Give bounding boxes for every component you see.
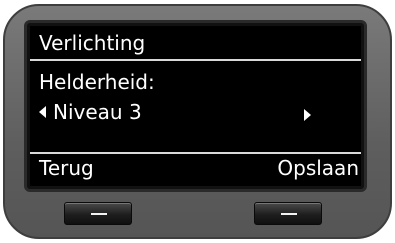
dash-icon: [281, 213, 297, 215]
setting-label: Helderheid:: [39, 70, 155, 94]
save-softkey-label[interactable]: Opslaan: [277, 156, 359, 180]
setting-value[interactable]: Niveau 3: [53, 100, 142, 124]
dash-icon: [91, 213, 107, 215]
title-divider: [30, 59, 361, 61]
right-softkey-button[interactable]: [254, 202, 322, 225]
softkey-divider: [30, 152, 361, 154]
back-softkey-label[interactable]: Terug: [39, 156, 94, 180]
triangle-left-icon[interactable]: [39, 106, 46, 118]
left-softkey-button[interactable]: [64, 202, 132, 225]
triangle-right-icon[interactable]: [304, 109, 311, 121]
screen-title: Verlichting: [39, 31, 146, 55]
display-screen: Verlichting Helderheid: Niveau 3 Terug O…: [30, 26, 361, 186]
